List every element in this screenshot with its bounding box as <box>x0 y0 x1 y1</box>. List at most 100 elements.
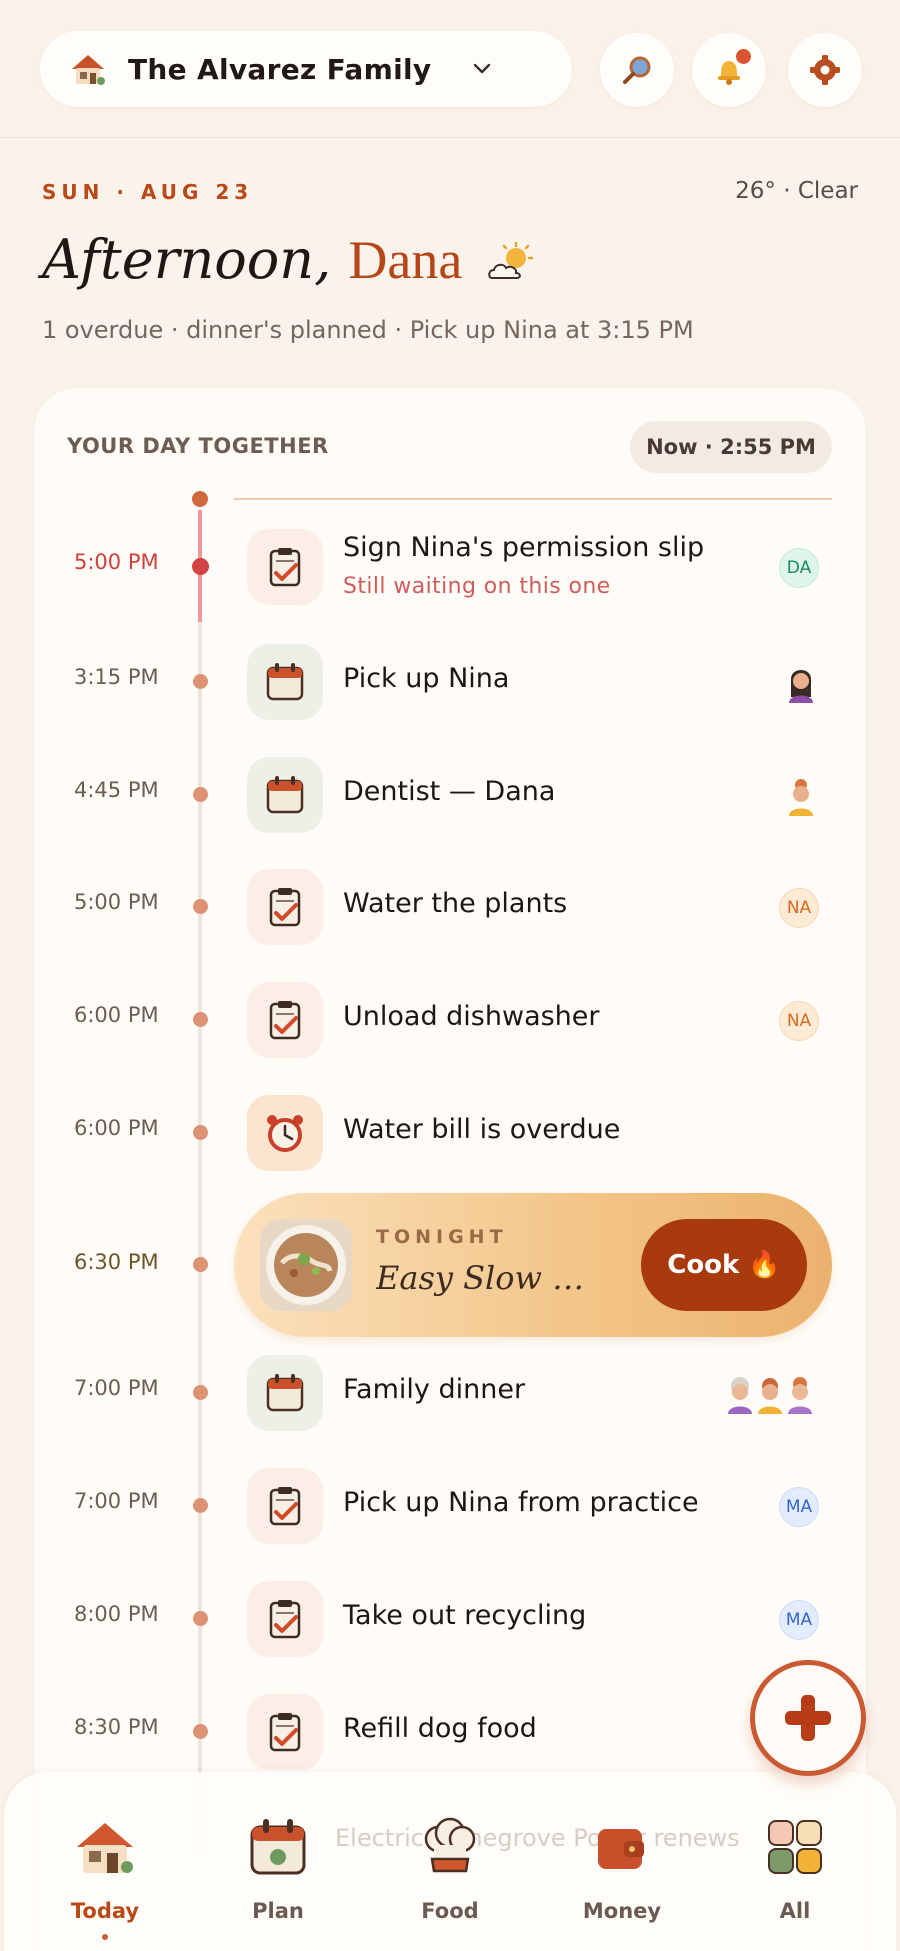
timeline-dot <box>193 1012 208 1027</box>
item-icon-box <box>247 644 323 720</box>
assignee-badge: MA <box>779 1487 819 1527</box>
timeline-item-water-plants[interactable]: 5:00 PM Water the plants NA <box>0 862 900 952</box>
nav-today[interactable]: Today <box>45 1815 165 1945</box>
nav-label: Food <box>421 1899 479 1923</box>
search-button[interactable] <box>600 33 674 107</box>
timeline-dot <box>193 1125 208 1140</box>
nav-label: All <box>779 1899 811 1923</box>
nav-food[interactable]: Food <box>390 1815 510 1945</box>
timeline-dot <box>193 899 208 914</box>
item-title: Refill dog food <box>343 1713 537 1744</box>
timeline-item-recycling[interactable]: 8:00 PM Take out recycling MA <box>0 1574 900 1664</box>
item-subtitle: Still waiting on this one <box>343 574 611 599</box>
item-icon-box <box>247 1581 323 1657</box>
assignee-badge: MA <box>779 1600 819 1640</box>
timeline-item-water-bill[interactable]: 6:00 PM Water bill is overdue <box>0 1088 900 1178</box>
calendar-icon <box>250 1819 306 1875</box>
alarm-clock-icon <box>267 1115 303 1152</box>
notification-badge <box>736 49 751 64</box>
girl-avatar <box>789 670 813 703</box>
calendar-icon <box>266 663 304 701</box>
item-time: 3:15 PM <box>74 665 159 689</box>
clipboard-icon <box>269 1001 301 1040</box>
item-title: Sign Nina's permission slip <box>343 532 705 563</box>
timeline-dot <box>193 674 208 689</box>
notifications-button[interactable] <box>692 33 766 107</box>
add-button[interactable] <box>750 1660 866 1776</box>
grid-icon <box>768 1820 822 1874</box>
calendar-icon <box>266 776 304 814</box>
item-icon-box <box>247 1468 323 1544</box>
greeting-heading: Afternoon, Dana <box>42 228 534 291</box>
item-title: Water the plants <box>343 888 568 919</box>
nav-plan[interactable]: Plan <box>218 1815 338 1945</box>
nav-active-indicator <box>102 1934 108 1940</box>
item-icon-box <box>247 1355 323 1431</box>
family-switcher[interactable]: The Alvarez Family <box>40 31 572 107</box>
item-time: 8:30 PM <box>74 1715 159 1739</box>
clipboard-icon <box>269 1487 301 1526</box>
item-icon-box <box>247 529 323 605</box>
nav-money[interactable]: Money <box>562 1815 682 1945</box>
tonight-dinner-card[interactable]: TONIGHT Easy Slow Co… Cook 🔥 <box>234 1193 832 1337</box>
now-indicator: Now · 2:55 PM <box>630 421 832 473</box>
dinner-photo <box>260 1219 352 1311</box>
clipboard-icon <box>269 1600 301 1639</box>
man-avatar <box>758 1378 782 1414</box>
item-time: 8:00 PM <box>74 1602 159 1626</box>
item-time: 5:00 PM <box>74 890 159 914</box>
item-icon-box <box>247 982 323 1058</box>
item-time: 6:00 PM <box>74 1003 159 1027</box>
top-bar: The Alvarez Family <box>0 0 900 138</box>
item-icon-box <box>247 1694 323 1770</box>
item-time: 6:00 PM <box>74 1116 159 1140</box>
woman-avatar <box>789 779 813 816</box>
timeline-item-family-dinner[interactable]: 7:00 PM Family dinner <box>0 1348 900 1438</box>
day-card-title: YOUR DAY TOGETHER <box>67 434 329 458</box>
item-title: Unload dishwasher <box>343 1001 600 1032</box>
timeline-item-pick-up-nina[interactable]: 3:15 PM Pick up Nina <box>0 637 900 727</box>
day-summary: 1 overdue · dinner's planned · Pick up N… <box>42 316 694 344</box>
woman-avatar <box>788 1377 812 1414</box>
chevron-down-icon <box>473 63 491 74</box>
clipboard-icon <box>269 888 301 927</box>
greeting-name: Dana <box>348 230 463 290</box>
item-title: Dentist — Dana <box>343 776 556 807</box>
timeline-dot <box>193 787 208 802</box>
timeline-dot <box>193 1498 208 1513</box>
item-title: Pick up Nina <box>343 663 510 694</box>
now-marker <box>192 491 208 507</box>
nav-label: Money <box>582 1899 662 1923</box>
search-icon <box>623 56 651 84</box>
house-icon <box>77 1823 133 1873</box>
timeline-dot <box>193 1724 208 1739</box>
item-icon-box <box>247 757 323 833</box>
item-title: Take out recycling <box>343 1600 587 1631</box>
cook-button[interactable]: Cook 🔥 <box>641 1219 807 1311</box>
greeting-salutation: Afternoon, <box>42 228 332 291</box>
item-title: Family dinner <box>343 1374 526 1405</box>
item-time: 5:00 PM <box>74 550 159 574</box>
gear-icon <box>810 55 840 85</box>
nav-label: Today <box>70 1899 140 1923</box>
nav-label: Plan <box>252 1899 304 1923</box>
item-time: 4:45 PM <box>74 778 159 802</box>
timeline-item-unload-dishwasher[interactable]: 6:00 PM Unload dishwasher NA <box>0 975 900 1065</box>
settings-button[interactable] <box>788 33 862 107</box>
item-time: 7:00 PM <box>74 1376 159 1400</box>
item-title: Water bill is overdue <box>343 1114 621 1145</box>
plus-icon <box>785 1695 831 1741</box>
nav-all[interactable]: All <box>735 1815 855 1945</box>
grandma-avatar <box>728 1377 752 1414</box>
assignee-badge: NA <box>779 1001 819 1041</box>
clipboard-icon <box>269 548 301 587</box>
item-icon-box <box>247 869 323 945</box>
dinner-time: 6:30 PM <box>74 1250 159 1274</box>
assignee-badge: DA <box>779 548 819 588</box>
tonight-label: TONIGHT <box>376 1226 508 1248</box>
calendar-icon <box>266 1374 304 1412</box>
timeline-dot <box>193 1385 208 1400</box>
timeline-item-permission-slip[interactable]: 5:00 PM Sign Nina's permission slip Stil… <box>0 522 900 612</box>
timeline-item-dentist[interactable]: 4:45 PM Dentist — Dana <box>0 750 900 840</box>
timeline-item-pick-up-practice[interactable]: 7:00 PM Pick up Nina from practice MA <box>0 1461 900 1551</box>
